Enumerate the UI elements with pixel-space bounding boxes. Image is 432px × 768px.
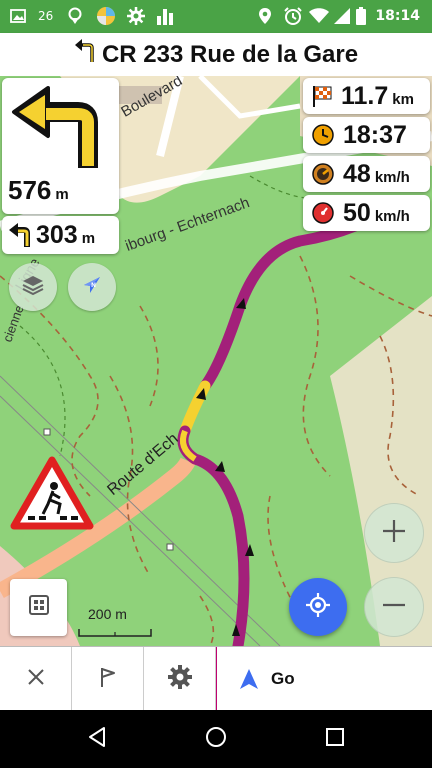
then-turn-distance-value: 303 (36, 220, 78, 249)
next-turn-distance-unit: m (55, 186, 69, 203)
pin-icon (68, 6, 82, 26)
settings-icon (127, 6, 145, 26)
distance-to-destination-value: 11.7 (341, 81, 389, 110)
average-speed-text: 48 km/h (343, 160, 410, 189)
minus-icon (381, 592, 407, 623)
recents-button[interactable] (320, 724, 350, 754)
compass-button[interactable]: N (68, 263, 116, 311)
layers-icon (21, 273, 45, 302)
navigation-arrow-icon (239, 668, 259, 690)
scale-bar (78, 625, 152, 643)
checkered-flag-icon (311, 84, 333, 108)
clock-icon (311, 123, 335, 147)
current-speed-value: 50 (343, 198, 371, 227)
back-button[interactable] (82, 724, 112, 754)
crosshair-location-icon (305, 592, 331, 623)
speed-limit-icon (311, 201, 335, 225)
distance-to-destination-widget[interactable]: 11.7 km (303, 78, 430, 114)
weather-icon (96, 6, 116, 26)
then-turn-distance-unit: m (81, 229, 96, 247)
go-label: Go (271, 669, 295, 688)
current-speed-widget[interactable]: 50 km/h (303, 195, 430, 231)
my-location-button[interactable] (289, 578, 347, 636)
average-speed-widget[interactable]: 48 km/h (303, 156, 430, 192)
current-speed-text: 50 km/h (343, 199, 410, 228)
turn-left-arrow-icon (74, 38, 102, 71)
current-street-bar: CR 233 Rue de la Gare (0, 33, 432, 76)
grid-icon (28, 594, 50, 621)
clock-time: 18:14 (375, 8, 420, 24)
route-settings-button[interactable] (144, 647, 216, 711)
then-turn-distance: 303 m (36, 221, 95, 250)
average-speed-value: 48 (343, 159, 371, 188)
arrival-time-text: 18:37 (343, 121, 407, 150)
chart-icon (156, 6, 176, 26)
quick-actions-button[interactable] (10, 579, 67, 636)
compass-arrow-icon: N (80, 273, 104, 302)
zoom-in-button[interactable] (364, 503, 424, 563)
navigation-bottom-bar: Go (0, 646, 432, 711)
alarm-icon (283, 6, 303, 26)
image-icon (10, 6, 26, 26)
battery-icon (356, 6, 366, 26)
gear-icon (167, 664, 193, 695)
turn-left-large-icon (8, 84, 112, 177)
signal-icon (334, 6, 350, 26)
next-turn-panel[interactable]: 576 m (2, 78, 119, 214)
scale-label: 200 m (88, 606, 127, 622)
speedometer-icon (311, 162, 335, 186)
wifi-icon (309, 6, 329, 26)
pedestrian-crossing-warning-icon (10, 456, 94, 537)
then-turn-panel[interactable]: 303 m (2, 216, 119, 254)
zoom-out-button[interactable] (364, 577, 424, 637)
next-turn-distance: 576 m (8, 175, 69, 206)
waypoints-button[interactable] (72, 647, 144, 711)
street-name: CR 233 Rue de la Gare (101, 40, 359, 68)
go-button[interactable]: Go (216, 647, 432, 711)
turn-left-small-icon (8, 222, 32, 248)
system-navigation-bar (0, 710, 432, 768)
arrival-time-value: 18:37 (343, 120, 407, 149)
home-circle-icon (205, 726, 227, 753)
next-turn-distance-value: 576 (8, 175, 52, 205)
plus-icon (381, 518, 407, 549)
notification-count: 26 (38, 9, 54, 23)
cancel-navigation-button[interactable] (0, 647, 72, 711)
back-triangle-icon (86, 726, 108, 753)
average-speed-unit: km/h (374, 168, 410, 186)
close-icon (26, 667, 46, 692)
home-button[interactable] (201, 724, 231, 754)
map-layers-button[interactable] (9, 263, 57, 311)
status-bar: 26 18:14 (0, 0, 432, 33)
arrival-time-widget[interactable]: 18:37 (303, 117, 430, 153)
recents-square-icon (325, 727, 345, 752)
flag-icon (98, 666, 118, 693)
distance-to-destination-unit: km (392, 90, 414, 108)
svg-text:N: N (91, 282, 96, 289)
current-speed-unit: km/h (374, 207, 410, 225)
location-icon (258, 6, 272, 26)
distance-to-destination-text: 11.7 km (341, 82, 414, 111)
